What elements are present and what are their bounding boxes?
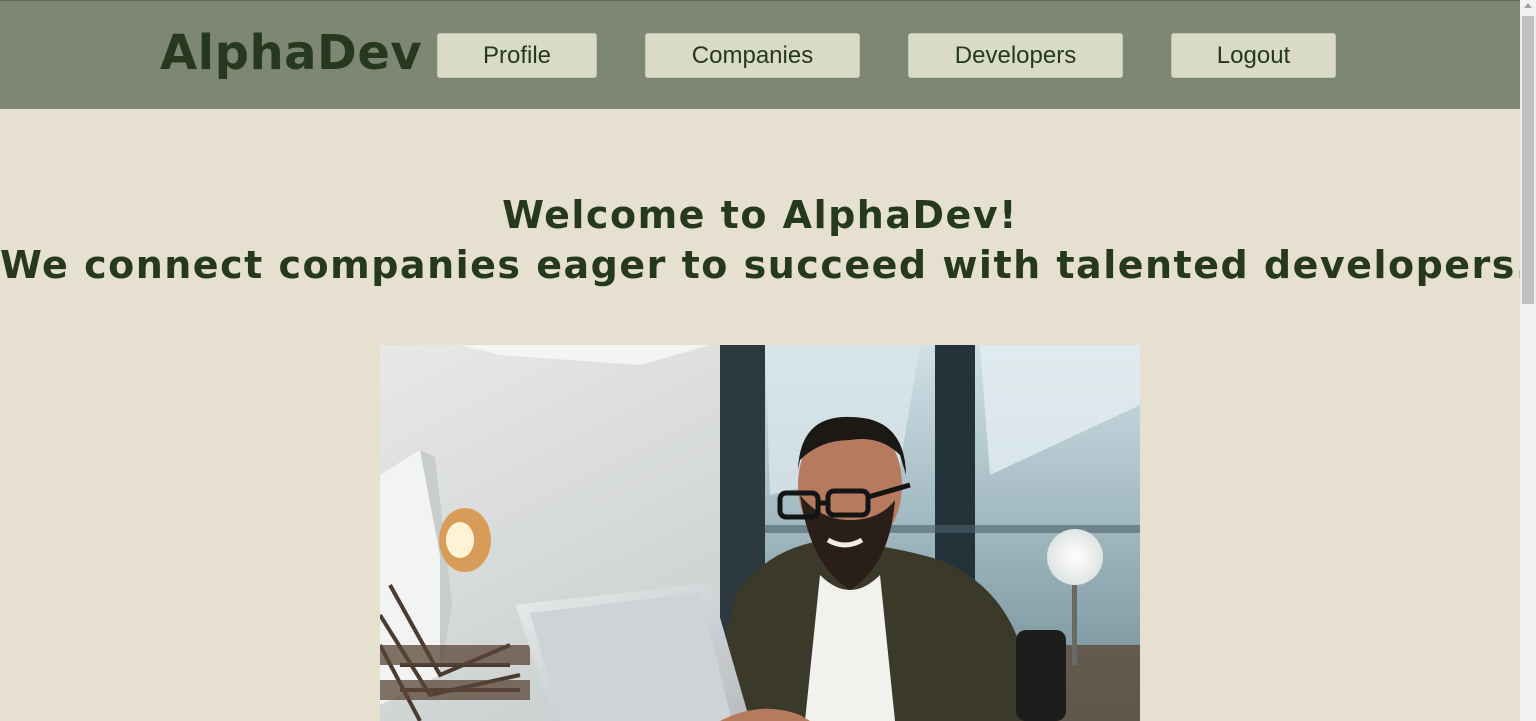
page-scrollbar[interactable] (1520, 0, 1536, 721)
companies-button[interactable]: Companies (645, 33, 860, 78)
developers-button[interactable]: Developers (908, 33, 1123, 78)
top-navbar: AlphaDev Profile Companies Developers Lo… (0, 0, 1520, 109)
hero-heading: Welcome to AlphaDev! We connect companie… (0, 190, 1532, 290)
scroll-thumb[interactable] (1522, 16, 1534, 304)
hero-line-tagline: We connect companies eager to succeed wi… (0, 243, 1532, 287)
hero-photo (380, 345, 1140, 721)
profile-button[interactable]: Profile (437, 33, 597, 78)
scroll-up-arrow-icon[interactable] (1524, 3, 1532, 8)
brand-logo[interactable]: AlphaDev (160, 25, 422, 81)
logout-button[interactable]: Logout (1171, 33, 1336, 78)
hero-line-welcome: Welcome to AlphaDev! (502, 193, 1018, 237)
